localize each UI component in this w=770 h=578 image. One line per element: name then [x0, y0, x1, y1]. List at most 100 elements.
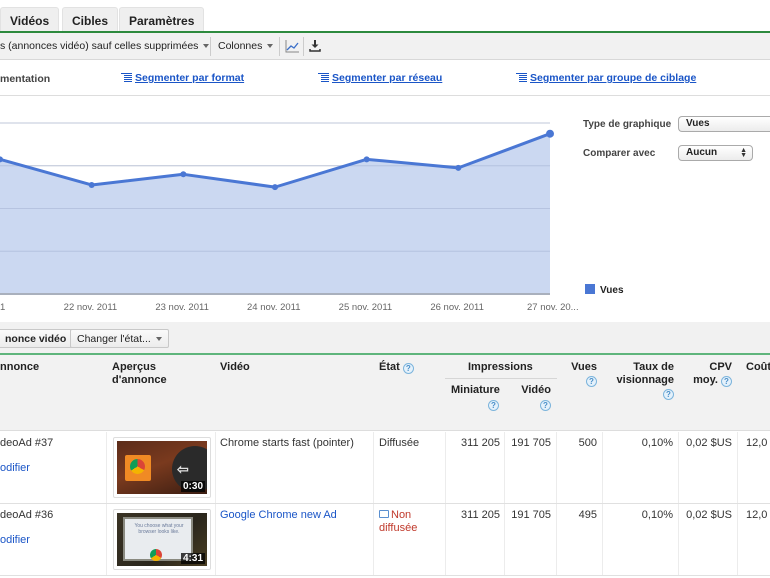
- x-tick-label: 1: [0, 302, 5, 313]
- video-title-link[interactable]: Google Chrome new Ad: [220, 509, 337, 521]
- help-icon[interactable]: ?: [488, 400, 499, 411]
- chart-type-label: Type de graphique: [583, 119, 672, 130]
- taux-header-text: Taux de visionnage: [616, 361, 674, 386]
- arrow-left-icon: ⇦: [177, 461, 189, 477]
- help-icon[interactable]: ?: [663, 389, 674, 400]
- compare-with-value: Aucun: [686, 147, 718, 158]
- chevron-down-icon: [155, 337, 162, 342]
- updown-arrows-icon: ▲ ▼: [740, 147, 747, 159]
- cost: 12,0: [746, 509, 768, 521]
- help-icon[interactable]: ?: [540, 400, 551, 411]
- table-header: nnonce Aperçus d'annonce Vidéo État ? Im…: [0, 355, 770, 431]
- col-header-annonce[interactable]: nnonce: [0, 361, 39, 374]
- new-video-ad-button[interactable]: nonce vidéo: [0, 329, 74, 348]
- col-header-miniature[interactable]: Miniature?: [451, 384, 500, 411]
- x-tick-label: 26 nov. 2011: [430, 302, 484, 313]
- view-rate: 0,10%: [641, 437, 673, 449]
- vues-header-text: Vues: [571, 361, 597, 373]
- legend-label-vues: Vues: [600, 285, 624, 296]
- divider: [303, 37, 304, 56]
- change-state-button[interactable]: Changer l'état...: [70, 329, 169, 348]
- col-header-taux[interactable]: Taux de visionnage?: [610, 361, 674, 400]
- tab-parametres[interactable]: Paramètres: [119, 7, 205, 32]
- ad-preview-thumbnail[interactable]: ⇦ 0:30: [113, 437, 211, 498]
- x-tick-labels: 1 22 nov. 2011 23 nov. 2011 24 nov. 2011 25 …: [0, 302, 579, 313]
- data-point[interactable]: [546, 129, 554, 138]
- tab-bar: Vidéos Cibles Paramètres: [0, 0, 770, 33]
- data-point[interactable]: [363, 156, 370, 163]
- ad-preview-thumbnail[interactable]: You choose what your browser looks like.…: [113, 509, 211, 570]
- ad-state[interactable]: Non diffusée: [379, 509, 439, 535]
- segment-by-format-link[interactable]: Segmenter par format: [121, 72, 244, 84]
- download-icon[interactable]: [307, 38, 323, 54]
- miniature-header-text: Miniature: [451, 384, 500, 396]
- compare-with-select[interactable]: Aucun ▲ ▼: [678, 145, 753, 161]
- chart-type-value: Vues: [686, 118, 710, 129]
- video-impr-header-text: Vidéo: [521, 384, 551, 396]
- tab-cibles[interactable]: Cibles: [62, 7, 119, 32]
- ad-name: deoAd #36: [0, 509, 54, 521]
- edit-ad-link[interactable]: odifier: [0, 462, 30, 474]
- views: 500: [578, 437, 597, 449]
- comment-icon: [379, 510, 389, 518]
- chrome-logo-icon: [150, 549, 162, 561]
- col-header-vues[interactable]: Vues?: [563, 361, 597, 387]
- x-tick-label: 24 nov. 2011: [247, 302, 301, 313]
- filter-dropdown[interactable]: s (annonces vidéo) sauf celles supprimée…: [0, 40, 210, 52]
- help-icon[interactable]: ?: [402, 363, 414, 374]
- help-icon[interactable]: ?: [721, 376, 732, 387]
- impressions-group-divider: [445, 378, 557, 379]
- segment-icon: [318, 73, 329, 82]
- views: 495: [578, 509, 597, 521]
- col-header-apercus[interactable]: Aperçus d'annonce: [112, 361, 182, 387]
- x-tick-label: 27 nov. 20...: [527, 302, 579, 313]
- video-duration: 0:30: [180, 481, 205, 492]
- chevron-down-icon: [267, 44, 274, 49]
- col-header-impressions: Impressions: [468, 361, 533, 373]
- ad-name: deoAd #37: [0, 437, 54, 449]
- columns-dropdown[interactable]: Colonnes: [218, 40, 274, 52]
- segment-link-text: Segmenter par groupe de ciblage: [530, 72, 697, 84]
- ad-state: Diffusée: [379, 437, 420, 449]
- x-tick-label: 22 nov. 2011: [64, 302, 118, 313]
- col-header-cpv[interactable]: CPV moy. ?: [688, 361, 732, 387]
- legend-swatch-vues: [585, 284, 595, 294]
- cost: 12,0: [746, 437, 768, 449]
- chart-svg: 1 22 nov. 2011 23 nov. 2011 24 nov. 2011 25 …: [0, 122, 579, 313]
- action-bar: nonce vidéo Changer l'état...: [0, 322, 770, 353]
- impressions-video: 191 705: [511, 437, 551, 449]
- segment-by-network-link[interactable]: Segmenter par réseau: [318, 72, 442, 84]
- help-icon[interactable]: ?: [586, 376, 597, 387]
- columns-label: Colonnes: [218, 40, 263, 52]
- chevron-down-icon: [203, 44, 210, 49]
- segment-link-text: Segmenter par réseau: [332, 72, 443, 84]
- segment-by-targeting-group-link[interactable]: Segmenter par groupe de ciblage: [516, 72, 696, 84]
- segment-link-text: Segmenter par format: [135, 72, 245, 84]
- edit-ad-link[interactable]: odifier: [0, 534, 30, 546]
- segment-icon: [121, 73, 132, 82]
- segment-bar: mentation Segmenter par format Segmenter…: [0, 60, 770, 96]
- divider: [210, 37, 211, 56]
- etat-header-text: État: [379, 361, 400, 373]
- col-header-etat[interactable]: État ?: [379, 361, 414, 374]
- segmentation-label: mentation: [0, 73, 51, 85]
- thumbnail-image: ⇦ 0:30: [117, 441, 207, 494]
- view-rate: 0,10%: [641, 509, 673, 521]
- chart-type-select[interactable]: Vues: [678, 116, 770, 132]
- data-point[interactable]: [88, 181, 95, 188]
- chart-legend: Vues: [585, 284, 624, 296]
- data-point[interactable]: [455, 164, 462, 171]
- col-header-cout[interactable]: Coût: [746, 361, 770, 374]
- performance-chart: 1 22 nov. 2011 23 nov. 2011 24 nov. 2011 25 …: [0, 97, 770, 322]
- tab-videos[interactable]: Vidéos: [0, 7, 60, 32]
- col-header-video[interactable]: Vidéo: [220, 361, 250, 374]
- data-point[interactable]: [272, 184, 278, 191]
- avg-cpv: 0,02 $US: [686, 437, 732, 449]
- col-header-video-impressions[interactable]: Vidéo?: [515, 384, 551, 411]
- line-chart-icon[interactable]: [284, 38, 300, 54]
- data-point[interactable]: [180, 171, 187, 178]
- series-area-vues: [0, 133, 550, 294]
- thumbnail-text: You choose what your browser looks like.: [134, 523, 184, 535]
- divider: [279, 37, 280, 56]
- change-state-label: Changer l'état...: [77, 333, 151, 345]
